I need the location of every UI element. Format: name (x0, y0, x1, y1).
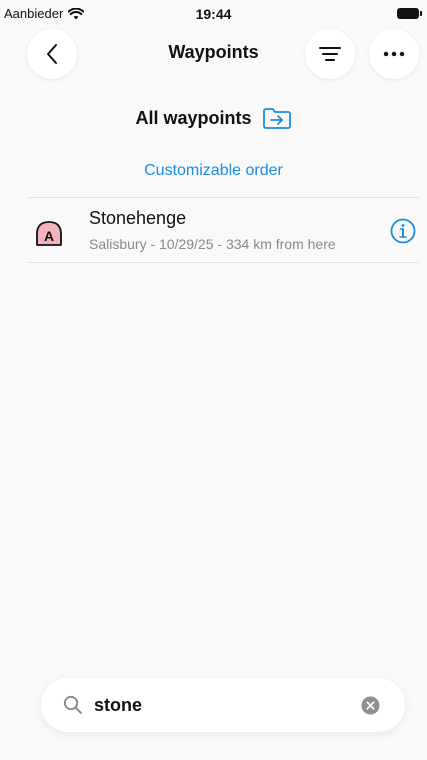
clear-icon[interactable] (361, 696, 380, 715)
sort-filter-button[interactable] (305, 29, 355, 79)
page-title: Waypoints (168, 42, 259, 62)
list-divider-bottom (28, 262, 419, 263)
ellipsis-icon (383, 51, 405, 57)
folder-header: All waypoints (0, 106, 427, 130)
folder-arrow-icon[interactable] (262, 106, 292, 130)
search-input[interactable] (94, 690, 344, 720)
waypoint-name: Stonehenge (89, 208, 187, 228)
waypoint-marker-letter: A (44, 228, 54, 244)
status-time: 19:44 (195, 6, 232, 22)
top-navigation: Waypoints (0, 26, 427, 86)
info-icon[interactable] (390, 218, 416, 244)
search-icon (63, 695, 82, 714)
sort-order-link[interactable]: Customizable order (0, 162, 427, 180)
waypoint-marker-icon: A (36, 221, 62, 246)
waypoint-row[interactable]: A Stonehenge Salisbury - 10/29/25 - 334 … (0, 199, 427, 263)
battery-icon (397, 8, 422, 19)
list-divider-top (28, 197, 419, 198)
status-bar: Aanbieder 19:44 (0, 0, 427, 26)
search-bar (41, 678, 405, 732)
filter-lines-icon (319, 47, 341, 61)
more-options-button[interactable] (369, 29, 419, 79)
waypoint-details: Salisbury - 10/29/25 - 334 km from here (89, 236, 336, 252)
folder-title: All waypoints (135, 107, 252, 128)
